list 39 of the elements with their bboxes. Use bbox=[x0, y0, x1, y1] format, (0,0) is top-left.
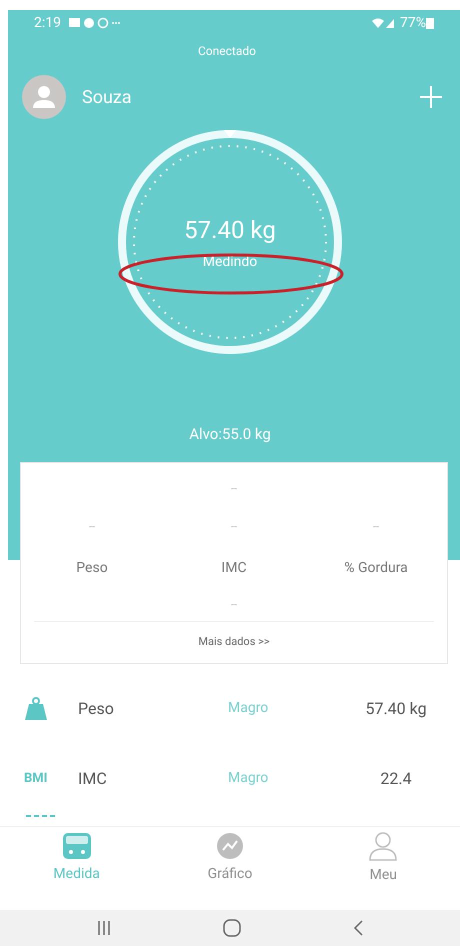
weight-reading: 57.40 kg bbox=[184, 214, 276, 246]
summary-value: -- bbox=[230, 596, 238, 612]
signal-icon bbox=[372, 17, 396, 29]
nav-tab[interactable]: Meu bbox=[306, 826, 460, 890]
row-value: 22.4 bbox=[379, 768, 413, 790]
recent-apps-icon[interactable] bbox=[96, 920, 112, 936]
plus-icon bbox=[420, 86, 442, 108]
row-value: 57.40 kg bbox=[364, 698, 428, 720]
weight-icon bbox=[24, 696, 48, 720]
metric-label: % Gordura bbox=[344, 558, 408, 578]
clock-text: 2:19 bbox=[34, 14, 61, 32]
scale-icon bbox=[62, 832, 92, 860]
nav-tab[interactable]: Gráfico bbox=[153, 826, 307, 890]
bmi-label: BMI bbox=[24, 770, 48, 788]
person-icon bbox=[368, 830, 398, 860]
measuring-status: Medindo bbox=[202, 252, 258, 272]
target-weight: Alvo:55.0 kg bbox=[189, 424, 271, 445]
connection-status: Conectado bbox=[198, 43, 256, 60]
row-name: Peso bbox=[78, 698, 115, 720]
metric-value: -- bbox=[372, 519, 380, 535]
row-status: Magro bbox=[228, 769, 270, 788]
nav-tab[interactable]: Medida bbox=[0, 826, 154, 890]
row-name: IMC bbox=[78, 768, 108, 790]
notification-icons bbox=[69, 17, 121, 29]
metric-value: -- bbox=[88, 519, 96, 535]
row-status: Magro bbox=[228, 699, 270, 718]
back-icon[interactable] bbox=[352, 919, 364, 937]
more-data-link[interactable]: Mais dados >> bbox=[198, 634, 270, 650]
metric-label: IMC bbox=[221, 558, 247, 578]
chart-icon bbox=[216, 832, 244, 860]
home-icon[interactable] bbox=[222, 919, 241, 937]
metric-value: -- bbox=[230, 519, 238, 535]
battery-text: 77% bbox=[400, 14, 426, 32]
dots-icon bbox=[26, 814, 56, 818]
battery-icon bbox=[426, 17, 434, 29]
user-name: Souza bbox=[82, 86, 132, 110]
summary-value: -- bbox=[230, 480, 238, 496]
metric-label: Peso bbox=[76, 558, 108, 578]
avatar-icon bbox=[22, 75, 66, 119]
